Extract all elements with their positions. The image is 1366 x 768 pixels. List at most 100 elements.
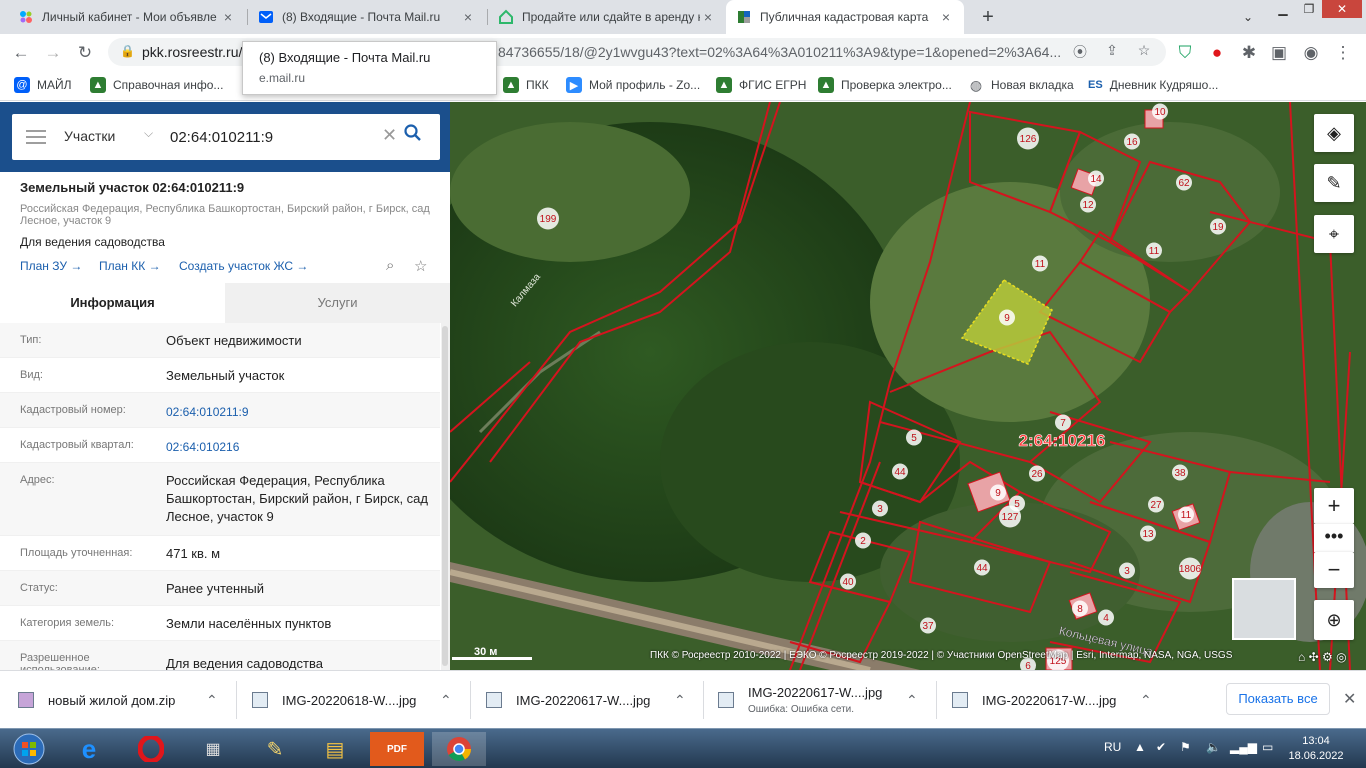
bookmark-diary[interactable]: ES Дневник Кудряшо... bbox=[1088, 77, 1218, 93]
close-icon[interactable]: ✕ bbox=[1343, 689, 1356, 709]
chevron-up-icon[interactable]: ⌃ bbox=[674, 692, 686, 709]
map-tools-icon[interactable]: ⌂ ✣ ⚙ ◎ bbox=[1298, 650, 1347, 664]
parcel-label: 6 bbox=[1025, 661, 1031, 670]
more-icon[interactable]: ••• bbox=[1314, 524, 1354, 552]
menu-icon[interactable] bbox=[26, 130, 46, 144]
bookmark-pkk[interactable]: ▲ ПКК bbox=[503, 77, 549, 93]
minimize-icon[interactable]: ▁ bbox=[1270, 0, 1296, 18]
network-ok-icon[interactable]: ✔ bbox=[1156, 740, 1166, 754]
table-row: Кадастровый номер: 02:64:010211:9 bbox=[0, 393, 440, 428]
parcel-label: 19 bbox=[1212, 222, 1224, 233]
layers-icon[interactable]: ◈ bbox=[1314, 114, 1354, 152]
tab-mail[interactable]: (8) Входящие - Почта Mail.ru × bbox=[248, 0, 486, 34]
parcel-label: 27 bbox=[1150, 500, 1162, 511]
restore-icon[interactable]: ❐ bbox=[1296, 0, 1322, 18]
tab-information[interactable]: Информация bbox=[0, 283, 225, 323]
map-view[interactable]: 199 Калмаза 126 16 10 14 12 62 19 11 11 9 7 2:64:1021… bbox=[450, 102, 1366, 670]
bookmark-fgis[interactable]: ▲ ФГИС ЕГРН bbox=[716, 77, 806, 93]
location-icon[interactable]: ⦿ bbox=[1070, 42, 1090, 62]
language-indicator[interactable]: RU bbox=[1104, 740, 1121, 754]
pdf-icon[interactable]: PDF bbox=[370, 732, 424, 766]
download-item[interactable]: IMG-20220617-W....jpg ⌃ bbox=[952, 671, 1157, 729]
chevron-up-icon[interactable]: ⌃ bbox=[440, 692, 452, 709]
chrome-icon[interactable] bbox=[432, 732, 486, 766]
volume-icon[interactable]: 🔈 bbox=[1206, 740, 1221, 754]
start-button[interactable] bbox=[2, 732, 56, 766]
calculator-icon[interactable]: ▦ bbox=[186, 732, 240, 766]
search-box: Участки ⌵ ✕ bbox=[12, 114, 440, 160]
tab-search-chevron-icon[interactable]: ⌄ bbox=[1240, 8, 1256, 26]
show-all-downloads-button[interactable]: Показать все bbox=[1226, 683, 1330, 715]
tab-pkk[interactable]: Публичная кадастровая карта × bbox=[726, 0, 964, 34]
menu-icon[interactable]: ⋮ bbox=[1330, 40, 1356, 66]
share-icon[interactable]: ⇪ bbox=[1102, 42, 1122, 59]
back-icon[interactable]: ← bbox=[8, 40, 34, 66]
bookmark-star-icon[interactable]: ☆ bbox=[1134, 42, 1154, 59]
tab-avito[interactable]: Личный кабинет - Мои объявле × bbox=[8, 0, 246, 34]
download-item-error[interactable]: IMG-20220617-W....jpg Ошибка: Ошибка сети… bbox=[718, 671, 923, 729]
download-item[interactable]: IMG-20220617-W....jpg ⌃ bbox=[486, 671, 691, 729]
compass-icon[interactable]: ⊕ bbox=[1314, 600, 1354, 640]
search-icon[interactable] bbox=[404, 124, 422, 147]
system-clock[interactable]: 13:04 18.06.2022 bbox=[1286, 734, 1346, 764]
signal-icon[interactable]: ▂▄▆ bbox=[1230, 740, 1257, 754]
bookmark-zoom[interactable]: ▶ Мой профиль - Zo... bbox=[566, 77, 700, 93]
chevron-up-icon[interactable]: ⌃ bbox=[1140, 692, 1152, 709]
search-input[interactable] bbox=[170, 124, 390, 150]
rosreestr-icon bbox=[736, 9, 752, 25]
create-plot-link[interactable]: Создать участок ЖС → bbox=[179, 259, 308, 273]
close-icon[interactable]: × bbox=[700, 9, 716, 25]
zoom-to-object-icon[interactable]: ⌕ bbox=[386, 257, 394, 274]
flag-icon[interactable]: ⚑ bbox=[1180, 740, 1191, 754]
map-canvas[interactable]: 199Калмаза126 1610141262191111972:64:1021… bbox=[450, 102, 1366, 670]
window-close-icon[interactable]: ✕ bbox=[1322, 0, 1362, 18]
ie-icon[interactable]: e bbox=[62, 732, 116, 766]
bookmark-mail[interactable]: @ МАЙЛ bbox=[14, 77, 72, 93]
favorite-star-icon[interactable]: ☆ bbox=[414, 257, 427, 275]
download-item[interactable]: IMG-20220618-W....jpg ⌃ bbox=[252, 671, 457, 729]
sidepanel-icon[interactable]: ▣ bbox=[1266, 40, 1292, 66]
notes-icon[interactable]: ✎ bbox=[248, 732, 302, 766]
chevron-down-icon[interactable]: ⌵ bbox=[144, 126, 153, 141]
parcel-label: 16 bbox=[1126, 137, 1138, 148]
opera-addon-icon[interactable]: ● bbox=[1204, 40, 1230, 66]
table-row: Адрес: Российская Федерация, Республика Б… bbox=[0, 463, 440, 536]
battery-icon[interactable]: ▭ bbox=[1262, 740, 1273, 754]
close-icon[interactable]: × bbox=[220, 9, 236, 25]
zoom-in-icon[interactable]: + bbox=[1314, 488, 1354, 524]
ruler-icon[interactable]: ✎ bbox=[1314, 164, 1354, 202]
opera-icon[interactable] bbox=[124, 732, 178, 766]
extensions-icon[interactable]: ✱ bbox=[1236, 40, 1262, 66]
close-icon[interactable]: × bbox=[460, 9, 476, 25]
tab-services[interactable]: Услуги bbox=[225, 283, 450, 323]
bookmark-newtab[interactable]: ◍ Новая вкладка bbox=[968, 77, 1074, 93]
parcel-label: 4 bbox=[1103, 613, 1109, 624]
search-type-select[interactable]: Участки bbox=[64, 128, 115, 144]
cadastral-number-link[interactable]: 02:64:010211:9 bbox=[166, 403, 436, 421]
plan-zu-link[interactable]: План ЗУ → bbox=[20, 259, 82, 273]
tab-hover-tooltip: (8) Входящие - Почта Mail.ru e.mail.ru bbox=[242, 41, 497, 95]
adguard-icon[interactable]: ⛉ bbox=[1172, 40, 1198, 66]
locate-icon[interactable]: ⌖ bbox=[1314, 215, 1354, 253]
forward-icon[interactable]: → bbox=[40, 40, 66, 66]
profile-icon[interactable]: ◉ bbox=[1298, 40, 1324, 66]
download-item[interactable]: новый жилой дом.zip ⌃ bbox=[18, 671, 223, 729]
close-icon[interactable]: × bbox=[938, 9, 954, 25]
clear-icon[interactable]: ✕ bbox=[382, 125, 397, 146]
parcel-label: 127 bbox=[1002, 512, 1019, 523]
bookmark-help[interactable]: ▲ Справочная инфо... bbox=[90, 77, 223, 93]
chevron-up-icon[interactable]: ⌃ bbox=[906, 692, 918, 709]
zoom-out-icon[interactable]: − bbox=[1314, 552, 1354, 588]
minimap[interactable] bbox=[1232, 578, 1296, 640]
new-tab-plus-icon[interactable]: + bbox=[976, 5, 1000, 29]
chevron-up-icon[interactable]: ⌃ bbox=[206, 692, 218, 709]
tray-arrow-icon[interactable]: ▲ bbox=[1134, 740, 1146, 754]
scrollbar-thumb[interactable] bbox=[442, 326, 448, 666]
bookmark-check[interactable]: ▲ Проверка электро... bbox=[818, 77, 952, 93]
cadastral-quarter-link[interactable]: 02:64:010216 bbox=[166, 438, 436, 456]
reload-icon[interactable]: ↻ bbox=[72, 40, 98, 66]
tab-domclick[interactable]: Продайте или сдайте в аренду н × bbox=[488, 0, 726, 34]
parcel-label: 37 bbox=[922, 621, 934, 632]
plan-kk-link[interactable]: План КК → bbox=[99, 259, 161, 273]
explorer-icon[interactable]: ▤ bbox=[308, 732, 362, 766]
